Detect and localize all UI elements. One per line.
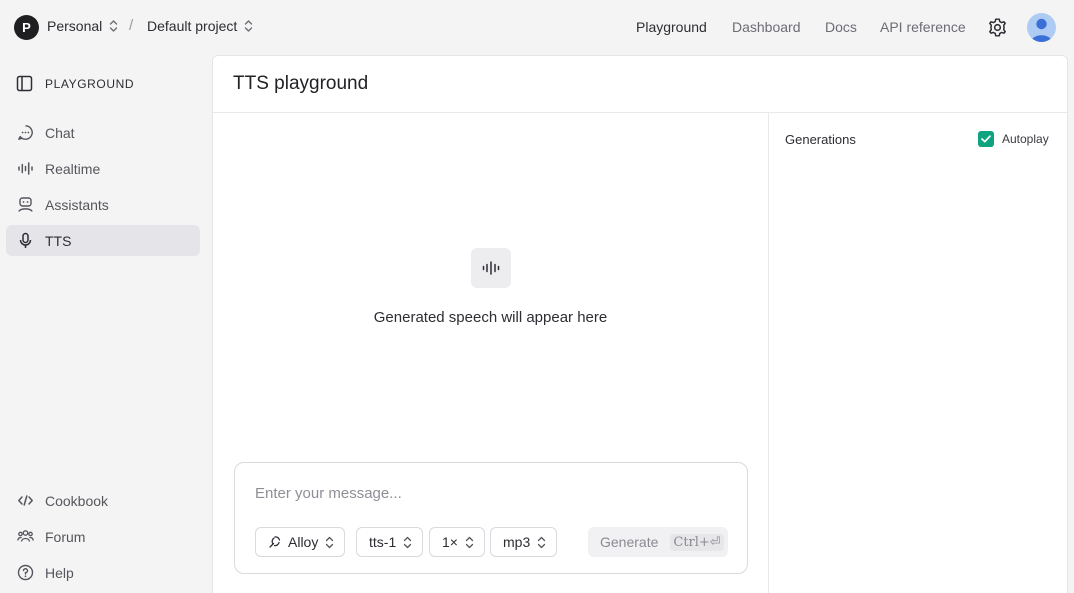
sidebar-item-label: Realtime — [45, 160, 101, 177]
org-switcher[interactable]: Personal — [47, 18, 119, 34]
chat-bubble-icon — [18, 125, 33, 140]
chevron-up-down-icon — [245, 20, 253, 32]
autoplay-label: Autoplay — [1002, 132, 1049, 146]
panel-divider — [768, 113, 769, 593]
sidebar-item-label: Cookbook — [45, 492, 109, 509]
gear-icon[interactable] — [987, 17, 1008, 38]
nav-playground[interactable]: Playground — [636, 19, 707, 35]
robot-icon — [18, 197, 33, 212]
nav-dashboard[interactable]: Dashboard — [732, 19, 801, 35]
autoplay-checkbox[interactable] — [978, 131, 994, 147]
breadcrumb-separator: / — [129, 17, 134, 34]
user-avatar-icon — [1031, 18, 1052, 42]
model-select[interactable]: tts-1 — [356, 527, 424, 557]
main-panel: TTS playground Generated speech will app… — [212, 55, 1068, 593]
sidebar-item-cookbook[interactable]: Cookbook — [6, 485, 200, 516]
sidebar-panel-icon[interactable] — [16, 75, 33, 92]
nav-docs[interactable]: Docs — [825, 19, 857, 35]
speed-select[interactable]: 1× — [429, 527, 485, 557]
format-select[interactable]: mp3 — [490, 527, 558, 557]
chevron-up-down-icon — [404, 536, 412, 548]
chevron-up-down-icon — [538, 536, 546, 548]
sidebar-item-forum[interactable]: Forum — [6, 521, 200, 552]
page-title: TTS playground — [233, 73, 369, 94]
waveform-icon — [482, 261, 500, 275]
autoplay-toggle[interactable]: Autoplay — [978, 131, 1049, 147]
project-name: Default project — [147, 18, 238, 34]
org-avatar[interactable]: P — [14, 15, 39, 40]
code-icon — [18, 495, 33, 506]
chevron-up-down-icon — [326, 536, 334, 548]
model-value: tts-1 — [369, 534, 397, 550]
empty-state-icon-box — [471, 248, 511, 288]
message-composer: Enter your message... Alloy tts-1 1× mp3… — [234, 462, 748, 574]
sidebar: PLAYGROUND Chat Realtime Assistants TTS … — [0, 55, 212, 593]
speed-value: 1× — [442, 534, 458, 550]
keyboard-shortcut: Ctrl+⏎ — [670, 533, 724, 551]
question-circle-icon — [17, 564, 34, 581]
header-divider — [213, 112, 1067, 113]
sidebar-item-label: Assistants — [45, 196, 109, 213]
sidebar-item-realtime[interactable]: Realtime — [6, 153, 200, 184]
sidebar-item-label: Help — [45, 564, 74, 581]
top-bar: P Personal / Default project Playground … — [0, 0, 1074, 55]
waveform-icon — [18, 162, 33, 175]
sidebar-item-label: Chat — [45, 124, 75, 141]
sidebar-item-label: Forum — [45, 528, 86, 545]
empty-state-message: Generated speech will appear here — [373, 309, 608, 326]
format-value: mp3 — [503, 534, 531, 550]
generate-button[interactable]: Generate Ctrl+⏎ — [588, 527, 728, 557]
voice-value: Alloy — [288, 534, 319, 550]
sidebar-item-label: TTS — [45, 232, 72, 249]
generate-label: Generate — [600, 534, 659, 550]
microphone-icon — [19, 232, 32, 248]
nav-api-reference[interactable]: API reference — [880, 19, 966, 35]
sidebar-item-assistants[interactable]: Assistants — [6, 189, 200, 220]
sidebar-item-help[interactable]: Help — [6, 557, 200, 588]
project-switcher[interactable]: Default project — [147, 18, 254, 34]
user-avatar[interactable] — [1027, 13, 1056, 42]
voice-select[interactable]: Alloy — [255, 527, 346, 557]
voice-icon — [269, 536, 281, 548]
sidebar-item-chat[interactable]: Chat — [6, 117, 200, 148]
people-icon — [17, 530, 34, 542]
sidebar-header: PLAYGROUND — [16, 75, 134, 92]
generations-title: Generations — [785, 132, 856, 147]
org-name: Personal — [47, 18, 103, 34]
chevron-up-down-icon — [110, 20, 118, 32]
chevron-up-down-icon — [465, 536, 474, 548]
sidebar-title: PLAYGROUND — [45, 76, 135, 91]
checkmark-icon — [981, 135, 991, 143]
message-input[interactable]: Enter your message... — [255, 485, 402, 502]
sidebar-item-tts[interactable]: TTS — [6, 225, 200, 256]
